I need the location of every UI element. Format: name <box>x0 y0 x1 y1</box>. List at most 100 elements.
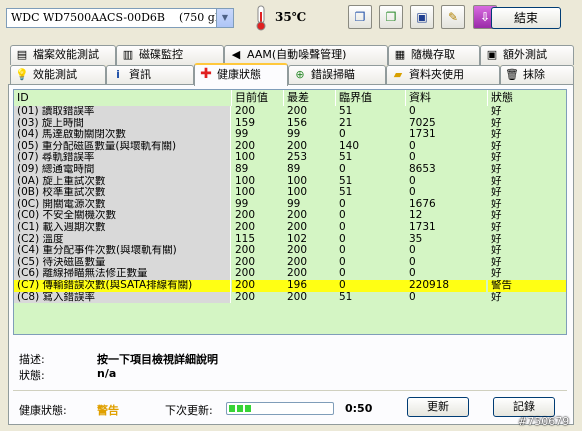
extra-test-icon: ▣ <box>486 48 498 61</box>
threshold-cell: 0 <box>339 221 346 233</box>
threshold-cell: 0 <box>339 163 346 175</box>
tab-benchmark[interactable]: 💡 效能測試 <box>10 65 106 85</box>
current-value-cell: 200 <box>235 140 256 152</box>
table-row[interactable]: (04) 馬達啟動關閉次數 99 99 0 1731 好 <box>14 129 566 141</box>
tab-file-benchmark[interactable]: ▤ 檔案效能測試 <box>10 45 116 65</box>
health-status-label: 健康狀態: <box>19 404 67 417</box>
description-value: 按一下項目檢視詳細說明 <box>97 353 218 366</box>
floppy-disk-icon: ▣ <box>416 10 428 24</box>
options-button[interactable]: ✎ <box>441 5 465 29</box>
table-row[interactable]: (07) 尋軌錯誤率 100 253 51 0 好 <box>14 152 566 164</box>
raw-data-cell: 12 <box>409 210 423 222</box>
column-header-status[interactable]: 狀態 <box>488 90 566 106</box>
table-row[interactable]: (0C) 開關電源次數 99 99 0 1676 好 <box>14 198 566 211</box>
column-header-worst[interactable]: 最差 <box>284 90 336 106</box>
folder-icon: ▰ <box>393 68 403 81</box>
status-label: 狀態: <box>19 369 45 382</box>
threshold-cell: 51 <box>339 187 353 199</box>
worst-value-cell: 200 <box>287 291 308 303</box>
random-access-icon: ▦ <box>394 48 406 61</box>
column-header-current[interactable]: 目前值 <box>232 90 284 106</box>
worst-value-cell: 102 <box>287 233 308 245</box>
threshold-cell: 0 <box>336 279 406 292</box>
status-cell: 好 <box>491 187 502 199</box>
thermometer-icon <box>256 5 266 31</box>
current-value-cell: 100 <box>235 187 256 199</box>
drive-select[interactable]: WDC WD7500AACS-00D6B (750 gB) ▼ <box>6 8 234 28</box>
description-label: 描述: <box>19 353 45 366</box>
table-row[interactable]: (0B) 校準重試次數 100 100 51 0 好 <box>14 187 566 199</box>
status-cell: 好 <box>491 245 502 257</box>
smart-attribute-table[interactable]: ID 目前值 最差 臨界值 資料 狀態 (01) 讀取錯誤率 200 200 51 0 好… <box>13 89 567 335</box>
table-row[interactable]: (C6) 離線掃瞄無法修正數量 200 200 0 0 好 <box>14 268 566 280</box>
table-row[interactable]: (01) 讀取錯誤率 200 200 51 0 好 <box>14 106 566 118</box>
attribute-id-cell: (01) 讀取錯誤率 <box>14 106 231 118</box>
threshold-cell: 51 <box>339 106 353 117</box>
worst-value-cell: 253 <box>287 152 308 164</box>
attribute-id-cell: (C8) 寫入錯誤率 <box>14 291 231 304</box>
tab-folder-usage[interactable]: ▰ 資料夾使用 <box>386 65 500 85</box>
table-row[interactable]: (05) 重分配磁區數量(與壞軌有關) 200 200 140 0 好 <box>14 140 566 153</box>
worst-value-cell: 200 <box>287 268 308 280</box>
status-cell: 警告 <box>488 279 566 292</box>
info-icon: i <box>116 68 120 81</box>
current-value-cell: 200 <box>235 245 256 257</box>
table-row[interactable]: (C2) 溫度 115 102 0 35 好 <box>14 233 566 246</box>
current-value-cell: 200 <box>235 210 256 222</box>
column-header-id[interactable]: ID <box>14 90 232 106</box>
copy-screenshot-button[interactable]: ❐ <box>379 5 403 29</box>
worst-value-cell: 89 <box>287 163 301 175</box>
chevron-down-icon[interactable]: ▼ <box>216 9 233 27</box>
current-value-cell: 99 <box>235 129 249 141</box>
worst-value-cell: 200 <box>287 245 308 257</box>
copy-text-button[interactable]: ❐ <box>348 5 372 29</box>
raw-data-cell: 0 <box>409 152 416 164</box>
attribute-id-cell: (04) 馬達啟動關閉次數 <box>14 129 231 141</box>
worst-value-cell: 200 <box>287 221 308 233</box>
table-row[interactable]: (C5) 待決磁區數量 200 200 0 0 好 <box>14 256 566 269</box>
threshold-cell: 51 <box>339 152 353 164</box>
tab-health[interactable]: ✚ 健康狀態 <box>194 63 288 86</box>
tab-disk-monitor[interactable]: ▥ 磁碟監控 <box>116 45 224 65</box>
table-row[interactable]: (03) 旋上時間 159 156 21 7025 好 <box>14 117 566 130</box>
worst-value-cell: 200 <box>287 256 308 268</box>
threshold-cell: 51 <box>339 291 353 303</box>
worst-value-cell: 100 <box>287 175 308 187</box>
threshold-cell: 0 <box>339 210 346 222</box>
current-value-cell: 159 <box>235 117 256 129</box>
threshold-cell: 0 <box>339 256 346 268</box>
table-row[interactable]: (C0) 不安全關機次數 200 200 0 12 好 <box>14 210 566 222</box>
column-header-threshold[interactable]: 臨界值 <box>336 90 406 106</box>
update-button[interactable]: 更新 <box>407 397 469 417</box>
attribute-id-cell: (0A) 旋上重試次數 <box>14 175 231 188</box>
table-row[interactable]: (C8) 寫入錯誤率 200 200 51 0 好 <box>14 291 566 304</box>
tab-aam[interactable]: ◀ AAM(自動噪聲管理) <box>224 45 388 65</box>
exit-button[interactable]: 結束 <box>491 7 561 29</box>
tab-erase[interactable]: 🗑 抹除 <box>500 65 574 85</box>
worst-value-cell: 200 <box>287 210 308 222</box>
raw-data-cell: 0 <box>409 268 416 280</box>
watermark: #750679 <box>518 415 570 428</box>
tab-info[interactable]: i 資訊 <box>106 65 194 85</box>
table-row[interactable]: (C7) 傳輸錯誤次數(與SATA排線有關) 200 196 0 220918 警告 <box>14 279 566 292</box>
log-button[interactable]: 記錄 <box>493 397 555 417</box>
attribute-id-cell: (C7) 傳輸錯誤次數(與SATA排線有關) <box>14 279 231 292</box>
current-value-cell: 200 <box>235 221 256 233</box>
table-row[interactable]: (C4) 重分配事件次數(與壞軌有關) 200 200 0 0 好 <box>14 245 566 257</box>
update-progress-bar <box>226 402 334 415</box>
tab-error-scan[interactable]: ⊕ 錯誤掃瞄 <box>288 65 386 85</box>
status-cell: 好 <box>491 221 502 233</box>
table-row[interactable]: (09) 總通電時間 89 89 0 8653 好 <box>14 163 566 176</box>
current-value-cell: 100 <box>235 152 256 164</box>
current-value-cell: 200 <box>235 256 256 268</box>
attribute-id-cell: (C0) 不安全關機次數 <box>14 210 231 222</box>
tab-random-access[interactable]: ▦ 隨機存取 <box>388 45 480 65</box>
copy-image-icon: ❐ <box>385 10 397 24</box>
table-row[interactable]: (C1) 載入週期次數 200 200 0 1731 好 <box>14 221 566 234</box>
status-cell: 好 <box>491 140 502 152</box>
status-cell: 好 <box>491 291 502 303</box>
save-button[interactable]: ▣ <box>410 5 434 29</box>
tab-extra-tests[interactable]: ▣ 額外測試 <box>480 45 574 65</box>
table-row[interactable]: (0A) 旋上重試次數 100 100 51 0 好 <box>14 175 566 188</box>
column-header-data[interactable]: 資料 <box>406 90 488 106</box>
